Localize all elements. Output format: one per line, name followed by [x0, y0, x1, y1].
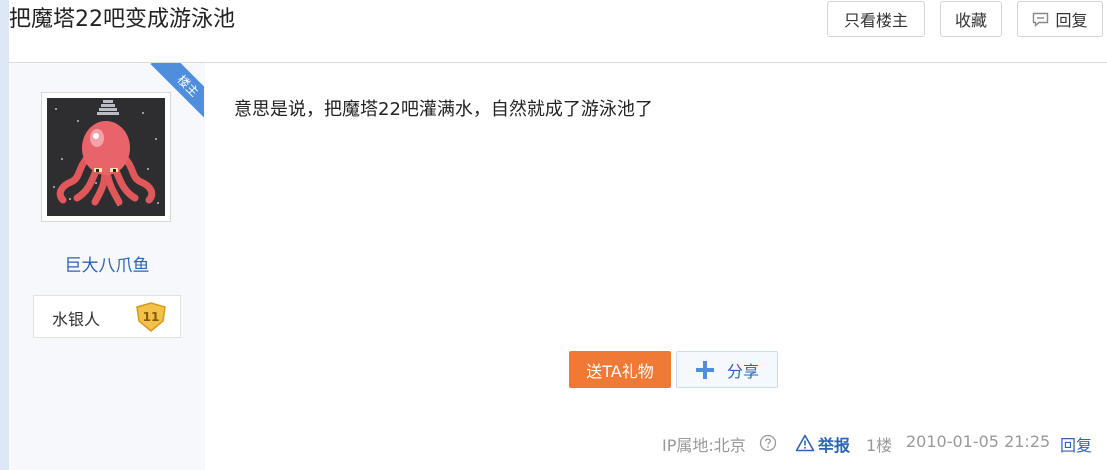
- ip-location: IP属地:北京: [662, 436, 746, 455]
- author-username[interactable]: 巨大八爪鱼: [9, 251, 205, 276]
- post-timestamp: 2010-01-05 21:25: [906, 432, 1051, 451]
- post-footer: IP属地:北京 举报 1楼 2010-01-05 21:25 回复: [640, 430, 1102, 456]
- share-label: 分享: [726, 361, 759, 381]
- warning-triangle-icon: [795, 434, 815, 452]
- send-gift-button[interactable]: 送TA礼物: [569, 351, 671, 388]
- level-badge-icon: 11: [136, 302, 166, 332]
- floor-number: 1楼: [866, 436, 893, 455]
- share-button[interactable]: 分享: [676, 351, 778, 388]
- page-left-edge: [0, 0, 9, 470]
- author-level-box[interactable]: 水银人 11: [33, 295, 181, 338]
- reply-button[interactable]: 回复: [1017, 1, 1103, 37]
- only-op-button[interactable]: 只看楼主: [827, 1, 925, 37]
- level-name: 水银人: [52, 310, 101, 329]
- op-ribbon-label: 楼主: [174, 72, 202, 100]
- favorite-button[interactable]: 收藏: [940, 1, 1002, 37]
- author-sidebar: 巨大八爪鱼 水银人 11: [9, 63, 205, 470]
- reply-button-label: 回复: [1055, 11, 1088, 30]
- op-ribbon: 楼主: [140, 63, 204, 118]
- speech-bubble-icon: [1033, 12, 1049, 27]
- plus-icon: [695, 360, 714, 379]
- post-reply-link[interactable]: 回复: [1060, 432, 1092, 456]
- thread-title: 把魔塔22吧变成游泳池: [9, 7, 235, 32]
- question-circle-icon[interactable]: [759, 434, 777, 452]
- post-content: 意思是说，把魔塔22吧灌满水，自然就成了游泳池了: [234, 99, 653, 120]
- report-link[interactable]: 举报: [818, 432, 850, 456]
- level-number: 11: [143, 310, 160, 324]
